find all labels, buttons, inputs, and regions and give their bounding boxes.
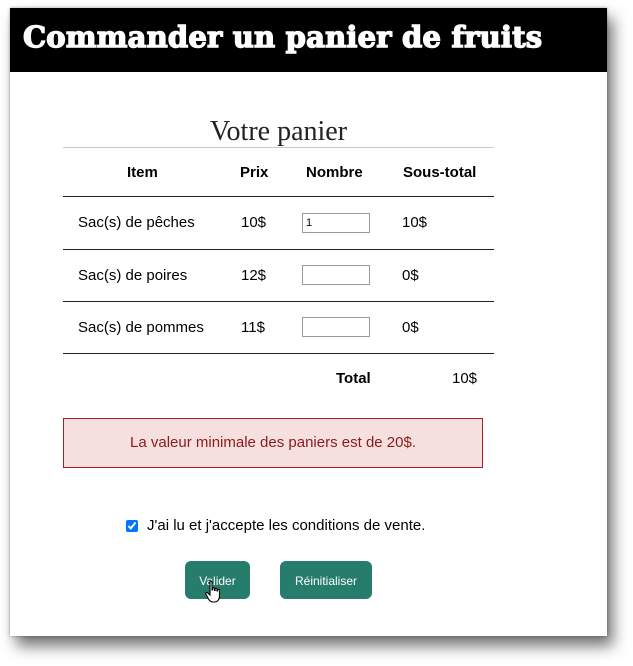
terms-row[interactable]: J'ai lu et j'accepte les conditions de v… — [126, 517, 425, 534]
terms-label: J'ai lu et j'accepte les conditions de v… — [147, 517, 426, 534]
header-banner: Commander un panier de fruits — [10, 8, 607, 72]
row-divider — [63, 353, 494, 354]
caption-divider — [63, 147, 494, 148]
item-price: 12$ — [241, 267, 267, 284]
quantity-input-peaches[interactable] — [302, 213, 370, 233]
cart-caption: Votre panier — [209, 116, 348, 147]
item-subtotal: 0$ — [402, 319, 419, 336]
row-divider — [63, 196, 494, 197]
item-subtotal: 0$ — [402, 267, 419, 284]
quantity-input-apples[interactable] — [302, 317, 370, 337]
item-subtotal: 10$ — [402, 214, 428, 231]
total-label: Total — [336, 370, 371, 387]
column-header-price: Prix — [240, 164, 269, 181]
quantity-input-pears[interactable] — [302, 265, 370, 285]
row-divider — [63, 249, 494, 250]
item-name: Sac(s) de pommes — [78, 319, 204, 336]
item-name: Sac(s) de pêches — [78, 214, 195, 231]
item-name: Sac(s) de poires — [78, 267, 188, 284]
item-price: 10$ — [241, 214, 267, 231]
column-header-quantity: Nombre — [306, 164, 363, 181]
item-price: 11$ — [241, 319, 265, 336]
page-title: Commander un panier de fruits — [22, 19, 543, 54]
column-header-subtotal: Sous-total — [403, 164, 477, 181]
terms-checkbox[interactable] — [126, 519, 138, 532]
hand-cursor-icon — [205, 580, 221, 603]
error-alert: La valeur minimale des paniers est de 20… — [63, 418, 483, 468]
total-value: 10$ — [452, 370, 478, 387]
column-header-item: Item — [127, 164, 158, 181]
reset-button[interactable]: Réinitialiser — [280, 561, 372, 599]
row-divider — [63, 301, 494, 302]
